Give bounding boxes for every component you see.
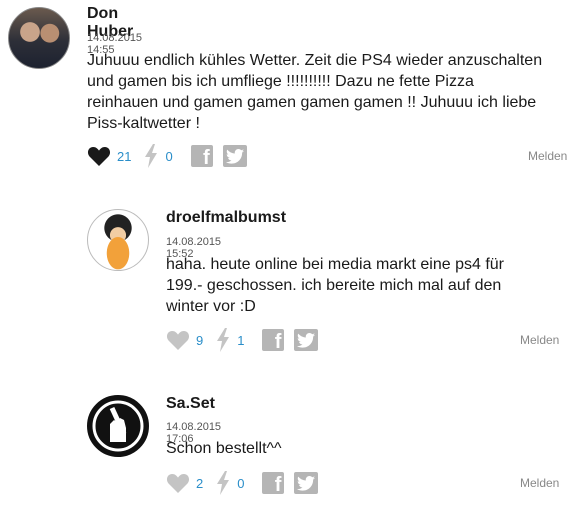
share-twitter-button[interactable]	[294, 472, 319, 494]
like-count: 9	[196, 332, 204, 348]
report-link[interactable]: Melden	[520, 333, 559, 347]
bolt-button[interactable]: 0	[143, 144, 173, 168]
like-button[interactable]: 2	[166, 472, 203, 494]
heart-icon	[87, 147, 111, 166]
twitter-icon	[297, 332, 316, 348]
share-facebook-button[interactable]: f	[190, 145, 213, 169]
comment-actions: 2 0 f	[166, 471, 319, 496]
twitter-icon	[225, 148, 244, 164]
like-count: 21	[117, 148, 132, 164]
facebook-icon: f	[274, 331, 282, 353]
share-facebook-button[interactable]: f	[262, 472, 285, 496]
report-link[interactable]: Melden	[520, 476, 559, 490]
bolt-button[interactable]: 1	[215, 328, 244, 352]
report-link[interactable]: Melden	[528, 149, 567, 163]
avatar[interactable]	[87, 209, 149, 271]
lightning-icon	[217, 328, 230, 352]
facebook-icon: f	[274, 474, 282, 496]
share-facebook-button[interactable]: f	[262, 329, 285, 353]
like-button[interactable]: 9	[166, 329, 203, 351]
facebook-icon: f	[203, 147, 210, 169]
comment-actions: 9 1 f	[166, 328, 319, 353]
lightning-icon	[217, 471, 230, 495]
share-twitter-button[interactable]	[222, 145, 247, 167]
lightning-icon	[145, 144, 158, 168]
comment-text: Schon bestellt^^	[166, 440, 282, 457]
comment-text: Juhuuu endlich kühles Wetter. Zeit die P…	[87, 52, 543, 132]
heart-icon	[166, 474, 190, 493]
share-twitter-button[interactable]	[294, 329, 319, 351]
like-button[interactable]: 21	[87, 145, 131, 167]
bolt-count: 0	[165, 148, 173, 164]
like-count: 2	[196, 475, 204, 491]
avatar[interactable]	[8, 7, 70, 69]
heart-icon	[166, 331, 190, 350]
bolt-button[interactable]: 0	[215, 471, 244, 495]
comment-text: haha. heute online bei media markt eine …	[166, 256, 504, 315]
bolt-count: 1	[237, 332, 245, 348]
twitter-icon	[297, 475, 316, 491]
bolt-count: 0	[237, 475, 245, 491]
comment-author[interactable]: Sa.Set	[166, 395, 215, 413]
comment-author[interactable]: droelfmalbumst	[166, 209, 286, 227]
avatar[interactable]	[87, 395, 149, 457]
avatar-emblem-icon	[92, 400, 144, 452]
comment-actions: 21 0 f	[87, 144, 247, 169]
